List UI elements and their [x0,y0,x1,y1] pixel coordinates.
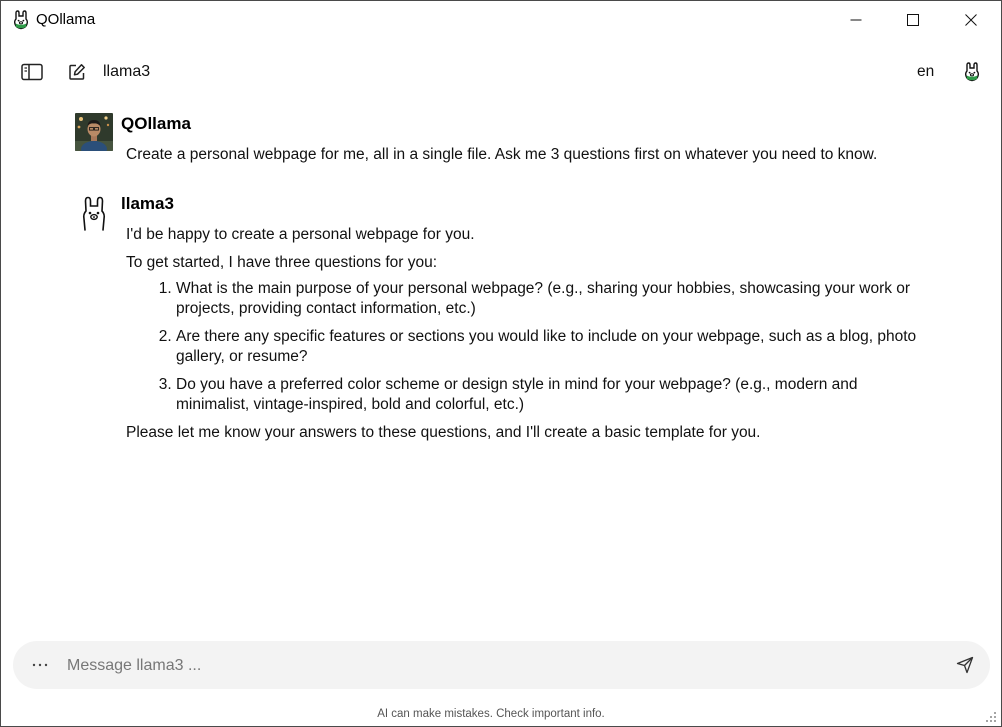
close-icon [965,14,977,26]
user-avatar [75,113,113,151]
assistant-message-text: I'd be happy to create a personal webpag… [126,225,926,443]
send-icon [956,656,974,674]
language-selector[interactable]: en [917,63,934,81]
llama-logo-icon [12,10,30,30]
llama-avatar-icon [79,196,109,232]
new-chat-icon [69,64,85,80]
maximize-icon [907,14,919,26]
question-list: What is the main purpose of your persona… [126,279,926,415]
message-sender: QOllama [121,114,191,133]
resize-grip-icon[interactable] [977,703,999,725]
list-item: Do you have a preferred color scheme or … [176,375,926,415]
minimize-icon [850,19,862,21]
message-composer [13,641,990,689]
send-button[interactable] [955,655,975,675]
minimize-button[interactable] [827,1,885,39]
message-paragraph: I'd be happy to create a personal webpag… [126,226,475,243]
more-options-button[interactable] [30,655,50,675]
message-input[interactable] [65,649,929,683]
user-message-text: Create a personal webpage for me, all in… [126,146,878,163]
disclaimer-text: AI can make mistakes. Check important in… [377,708,605,720]
model-selector[interactable]: llama3 [103,63,150,81]
new-chat-button[interactable] [67,62,87,82]
sidebar-toggle-button[interactable] [20,62,44,82]
window-title: QOllama [36,11,96,28]
title-bar[interactable]: QOllama [1,1,1001,39]
message-sender: llama3 [121,194,174,213]
llama-logo-icon[interactable] [963,62,981,82]
list-item: Are there any specific features or secti… [176,327,926,367]
maximize-button[interactable] [884,1,942,39]
close-button[interactable] [942,1,1000,39]
list-item: What is the main purpose of your persona… [176,279,926,319]
more-icon [32,663,48,667]
app-window: QOllama llama3 en QOllama Create a perso… [0,0,1002,727]
message-paragraph: Please let me know your answers to these… [126,424,761,441]
message-paragraph: To get started, I have three questions f… [126,254,438,271]
sidebar-toggle-icon [21,63,43,81]
